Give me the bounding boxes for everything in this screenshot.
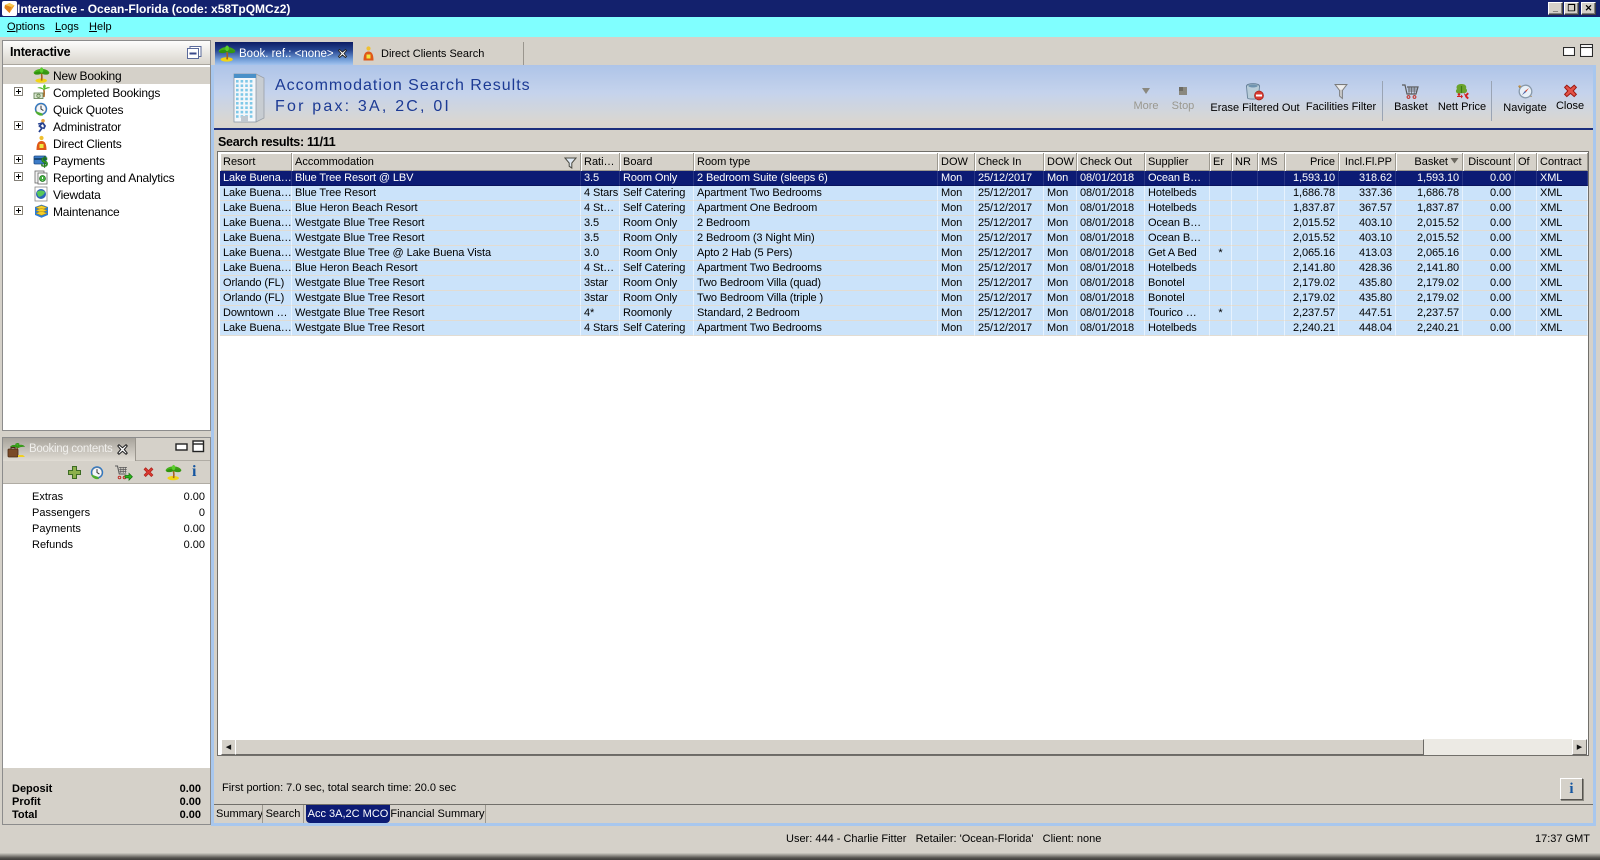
svg-text:$: $ bbox=[41, 156, 48, 169]
